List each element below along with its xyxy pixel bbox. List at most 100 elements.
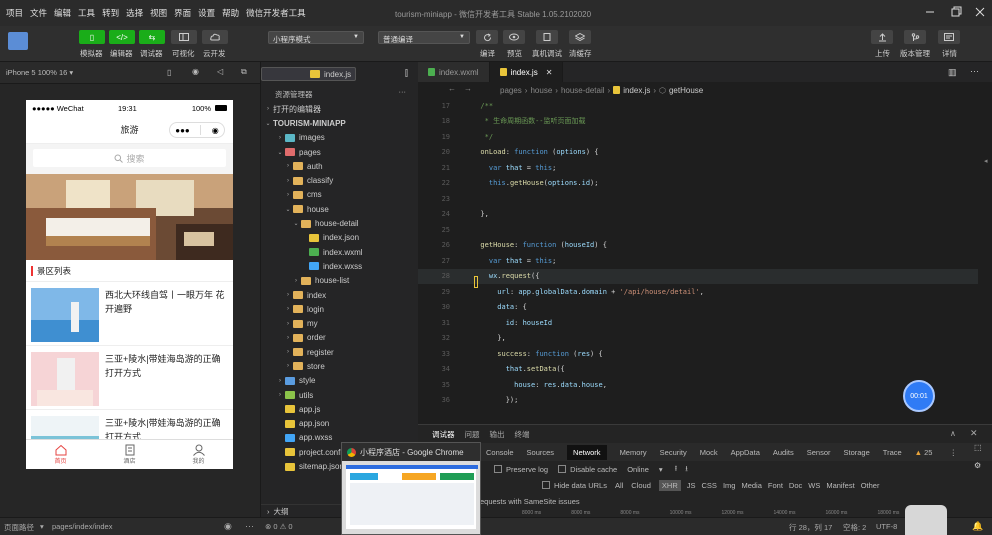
device-select[interactable]: iPhone 5 100% 16 ▾: [6, 68, 73, 77]
more-icon[interactable]: ···: [399, 87, 407, 96]
page-path[interactable]: pages/index/index: [52, 522, 112, 531]
menu-item-file[interactable]: 文件: [30, 7, 47, 19]
bell-icon[interactable]: 🔔: [972, 521, 983, 532]
breadcrumb-item[interactable]: index.js: [623, 86, 650, 95]
tab-hotel[interactable]: 酒店: [95, 440, 164, 469]
tree-folder[interactable]: ⌄ house-detail: [261, 216, 418, 230]
simulator-toggle-button[interactable]: ▯: [79, 30, 105, 44]
code-line[interactable]: 26 getHouse: function (houseId) {: [418, 238, 978, 254]
capsule-menu[interactable]: ●●● ◉: [169, 122, 225, 138]
menu-item-view[interactable]: 视图: [150, 7, 167, 19]
list-item[interactable]: 三亚+陵水|带娃海岛游的正确打开方式: [26, 346, 233, 410]
close-miniapp-icon[interactable]: ◉: [212, 126, 219, 135]
menu-item-edit[interactable]: 编辑: [54, 7, 71, 19]
menu-item-select[interactable]: 选择: [126, 7, 143, 19]
tree-folder[interactable]: › house-list: [261, 274, 418, 288]
code-line[interactable]: 31 id: houseId: [418, 315, 978, 331]
tab-debugger[interactable]: 调试器: [432, 429, 455, 440]
details-button[interactable]: [938, 30, 960, 44]
devtab-sources[interactable]: Sources: [527, 448, 555, 457]
tree-folder[interactable]: › style: [261, 374, 418, 388]
phone-icon[interactable]: ▯: [167, 68, 171, 77]
code-line[interactable]: 24 },: [418, 207, 978, 223]
tab-output[interactable]: 输出: [490, 429, 505, 440]
project-root[interactable]: ⌄ TOURISM-MINIAPP: [261, 116, 418, 130]
devtab-sensor[interactable]: Sensor: [807, 448, 831, 457]
tab-mine[interactable]: 我的: [164, 440, 233, 469]
menu-item-project[interactable]: 项目: [6, 7, 23, 19]
devtab-mock[interactable]: Mock: [700, 448, 718, 457]
volume-icon[interactable]: ◁: [217, 67, 223, 76]
close-tab-icon[interactable]: ✕: [546, 68, 553, 77]
restore-icon[interactable]: [950, 6, 962, 18]
devtab-appdata[interactable]: AppData: [731, 448, 760, 457]
tree-folder[interactable]: › register: [261, 345, 418, 359]
tree-file[interactable]: index.json: [261, 231, 418, 245]
menu-item-help[interactable]: 帮助: [222, 7, 239, 19]
devtab-network[interactable]: Network: [567, 444, 607, 460]
code-line[interactable]: 28 wx. request({: [418, 268, 978, 284]
tree-folder[interactable]: ⌄ house: [261, 202, 418, 216]
filter-all[interactable]: All: [615, 481, 623, 490]
warning-count[interactable]: 25: [924, 448, 932, 457]
tab-problems[interactable]: 问题: [465, 429, 480, 440]
code-line[interactable]: 20 onLoad: function (options) {: [418, 145, 978, 161]
tree-folder[interactable]: › order: [261, 331, 418, 345]
throttle-select[interactable]: Online: [627, 465, 649, 474]
arrow-left-icon[interactable]: ←: [448, 84, 456, 93]
split-icon[interactable]: ⫿: [405, 68, 408, 79]
devtab-trace[interactable]: Trace: [883, 448, 902, 457]
breadcrumb-item[interactable]: getHouse: [669, 86, 703, 95]
list-item[interactable]: 西北大环线自驾丨一眼万年 花开遍野: [26, 282, 233, 346]
editor-toggle-button[interactable]: </>: [109, 30, 135, 44]
indent-setting[interactable]: 空格: 2: [843, 522, 866, 533]
compile-select[interactable]: 普通编译 ▼: [378, 31, 470, 44]
tree-file[interactable]: index.wxss: [261, 259, 418, 273]
disable-cache-checkbox[interactable]: [558, 465, 567, 473]
caret-icon[interactable]: ◂: [984, 157, 988, 165]
code-line[interactable]: 29 url: app. globalData. domain + '/api/ho…: [418, 284, 978, 300]
tree-file[interactable]: app.json: [261, 417, 418, 431]
tree-file[interactable]: index.wxml: [261, 245, 418, 259]
hide-data-urls-checkbox[interactable]: [542, 481, 550, 489]
minimize-icon[interactable]: [924, 6, 936, 18]
cloud-button[interactable]: [202, 30, 228, 44]
download-icon[interactable]: ⭳: [685, 463, 688, 476]
preview-button[interactable]: [503, 30, 525, 44]
gear-icon[interactable]: ⚙: [974, 461, 981, 470]
code-line[interactable]: 23: [418, 191, 978, 207]
record-icon[interactable]: ◉: [192, 67, 199, 76]
popout-icon[interactable]: ⧉: [241, 67, 247, 77]
more-icon[interactable]: ···: [245, 521, 254, 531]
chrome-taskbar-preview[interactable]: 小程序酒店 - Google Chrome: [341, 442, 481, 535]
devtab-memory[interactable]: Memory: [620, 448, 647, 457]
code-line[interactable]: 30 data: {: [418, 300, 978, 316]
tree-file[interactable]: app.js: [261, 402, 418, 416]
eye-icon[interactable]: ◉: [224, 521, 232, 532]
code-line[interactable]: 18 * 生命周期函数--监听页面加载: [418, 114, 978, 130]
page-path-label[interactable]: 页面路径: [4, 522, 34, 533]
menu-item-goto[interactable]: 转到: [102, 7, 119, 19]
code-line[interactable]: 34 that. setData({: [418, 362, 978, 378]
tree-folder[interactable]: ⌄ pages: [261, 145, 418, 159]
filter-doc[interactable]: Doc: [789, 481, 802, 490]
real-debug-button[interactable]: [536, 30, 558, 44]
code-line[interactable]: 17 /**: [418, 98, 978, 114]
hotel-banner-image[interactable]: [26, 174, 233, 260]
code-line[interactable]: 22 this. getHouse(options. id);: [418, 176, 978, 192]
breadcrumb-item[interactable]: house: [530, 86, 552, 95]
cursor-position[interactable]: 行 28，列 17: [789, 522, 832, 533]
visual-button[interactable]: [171, 30, 197, 44]
tab-index-js[interactable]: index.js ✕: [489, 62, 564, 82]
debugger-toggle-button[interactable]: ⇆: [139, 30, 165, 44]
avatar[interactable]: [8, 32, 28, 50]
filter-other[interactable]: Other: [861, 481, 880, 490]
tree-folder[interactable]: › images: [261, 131, 418, 145]
upload-button[interactable]: [871, 30, 893, 44]
mode-select[interactable]: 小程序模式 ▼: [268, 31, 364, 44]
encoding[interactable]: UTF-8: [876, 522, 897, 531]
filter-manifest[interactable]: Manifest: [826, 481, 854, 490]
devtab-security[interactable]: Security: [660, 448, 687, 457]
breadcrumb-item[interactable]: house-detail: [561, 86, 605, 95]
clear-cache-button[interactable]: [569, 30, 591, 44]
